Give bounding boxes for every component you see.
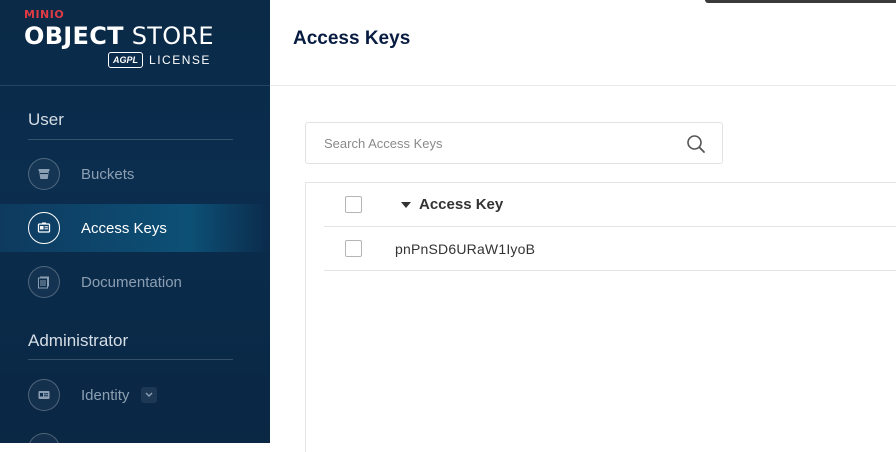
sidebar-divider [0,85,270,86]
table-header: Access Key [324,183,896,227]
section-title-administrator: Administrator [28,331,129,350]
select-all-checkbox[interactable] [345,196,362,213]
section-divider [28,139,233,140]
bucket-icon [28,158,60,190]
key-card-icon [28,212,60,244]
docs-icon [28,266,60,298]
agpl-badge: AGPL [108,52,144,68]
chevron-down-icon[interactable] [141,387,158,403]
product-name-bold: OBJECT [24,22,124,50]
sidebar-item-documentation[interactable]: Documentation [0,258,270,306]
access-keys-table: Access Key pnPnSD6URaW1IyoB [305,182,896,452]
sidebar-item-label: Access Keys [81,219,167,237]
sidebar-item-label: Buckets [81,165,135,183]
sidebar-item-identity[interactable]: Identity [0,371,270,419]
product-name-light: STORE [131,22,214,50]
header-divider [270,85,896,86]
sidebar-item-access-keys[interactable]: Access Keys [0,204,270,252]
minio-wordmark: MINIO [24,8,65,21]
search-icon[interactable] [686,134,706,154]
section-divider [28,359,233,360]
search-box [305,122,723,164]
search-input[interactable] [324,135,664,151]
sort-down-icon [401,201,411,208]
brand-logo[interactable]: MINIO OBJECT STORE AGPL LICENSE [24,8,244,78]
sidebar: MINIO OBJECT STORE AGPL LICENSE User Buc… [0,0,270,443]
sidebar-item-label: Documentation [81,273,182,291]
access-key-cell[interactable]: pnPnSD6URaW1IyoB [395,241,535,257]
menu-item-icon [28,433,60,443]
page-title: Access Keys [293,28,411,49]
section-title-user: User [28,110,64,129]
sidebar-item-buckets[interactable]: Buckets [0,150,270,198]
table-row[interactable]: pnPnSD6URaW1IyoB [324,227,896,271]
column-header-access-key[interactable]: Access Key [401,196,503,213]
sidebar-item-partial[interactable] [0,425,270,443]
row-checkbox[interactable] [345,240,362,257]
identity-icon [28,379,60,411]
main-content: Access Keys Access Key pnPnSD6URaW1IyoB [270,0,896,452]
topbar-edge [705,0,896,3]
column-label: Access Key [419,196,504,213]
license-badge: AGPL LICENSE [108,52,211,68]
license-label: LICENSE [149,53,211,67]
product-name: OBJECT STORE [24,22,214,50]
sidebar-item-label: Identity [81,386,130,404]
